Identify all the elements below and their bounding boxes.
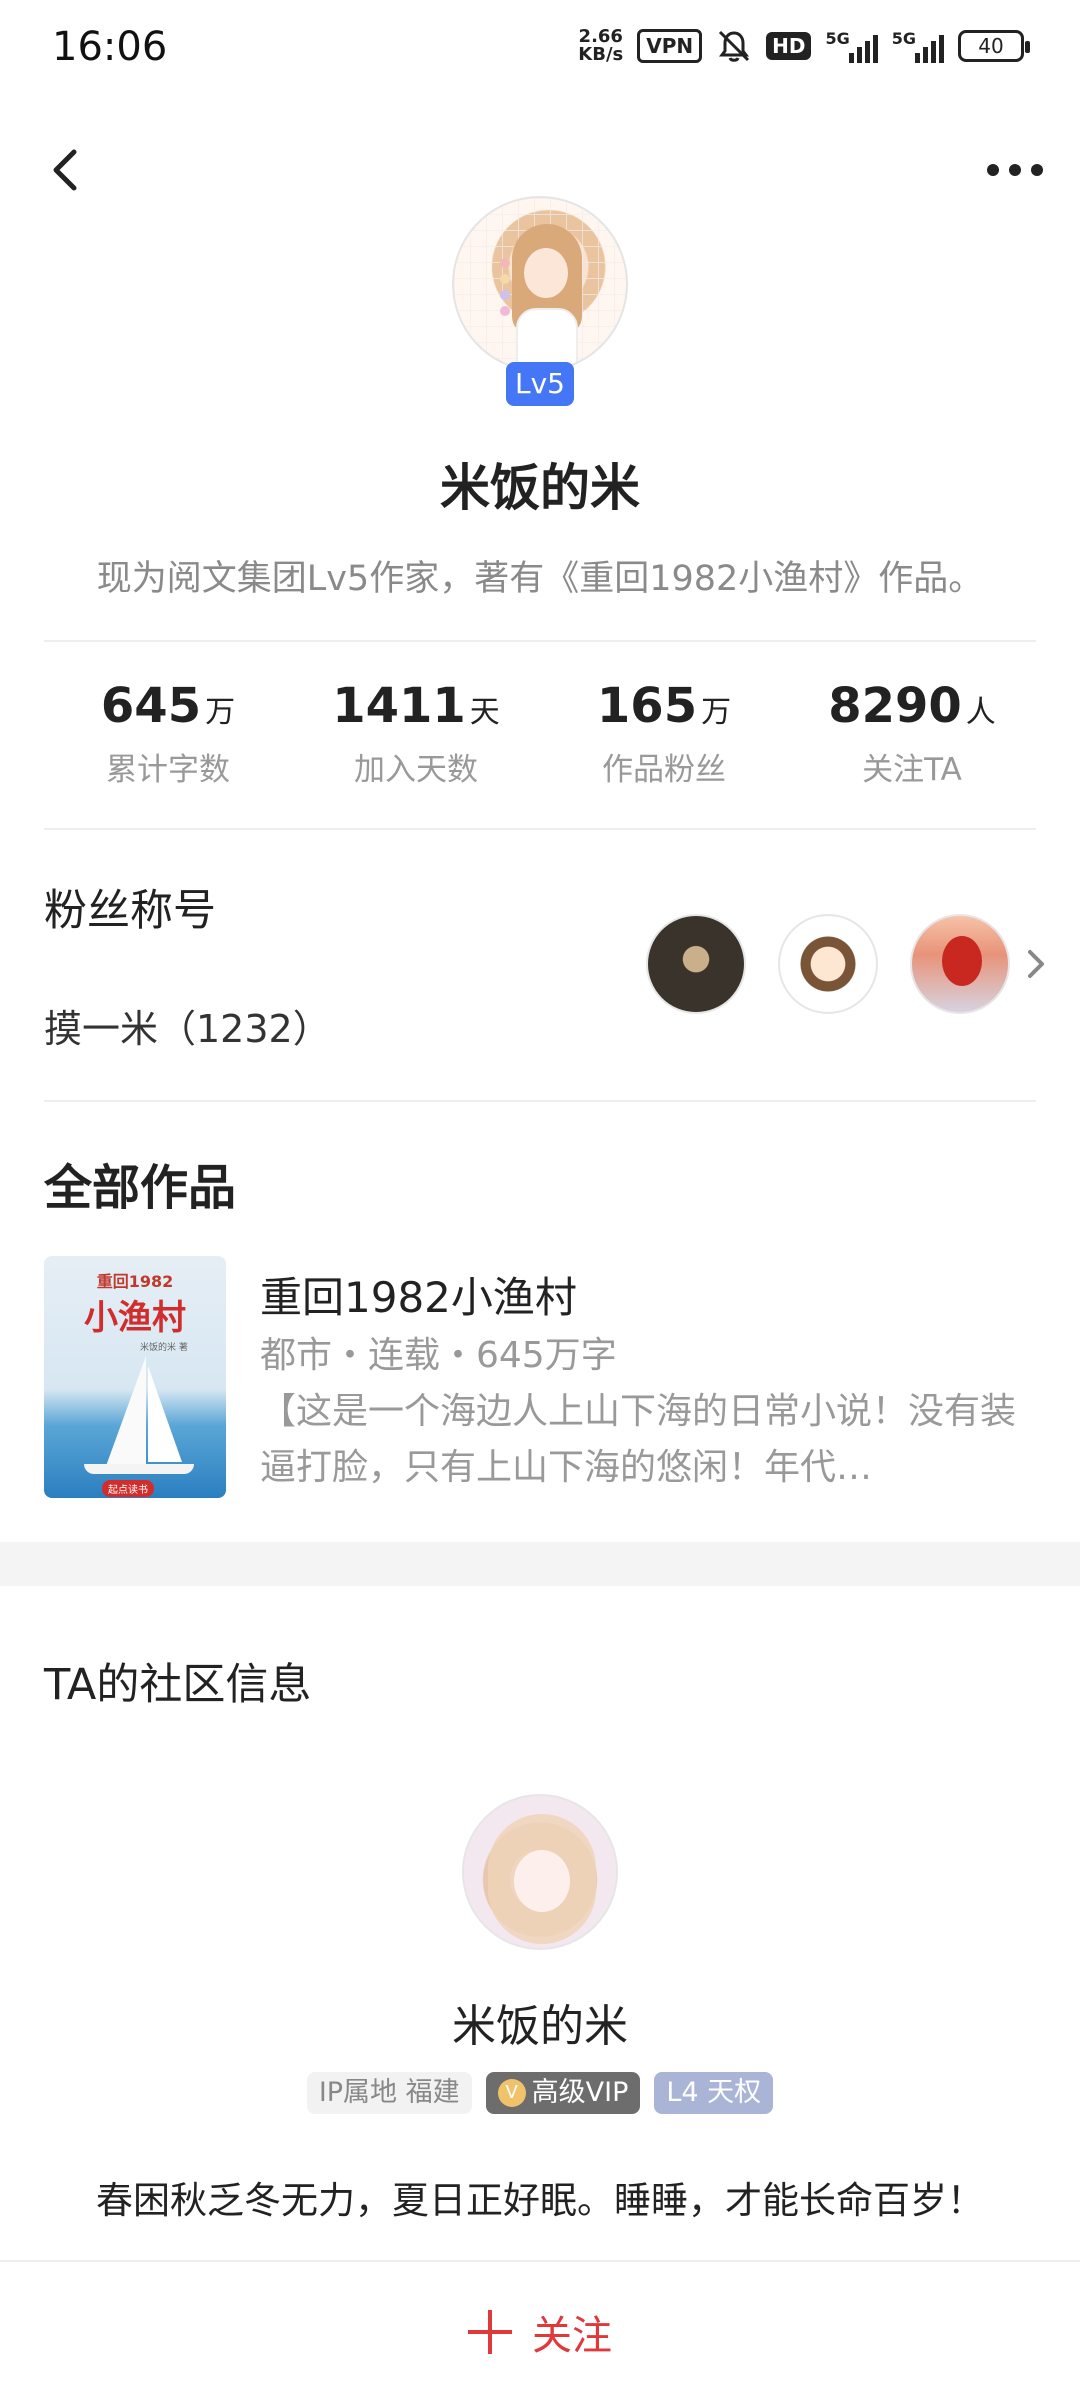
- book-title[interactable]: 重回1982小渔村: [260, 1264, 577, 1325]
- stat-total-words: 645 万 累计字数: [100, 678, 236, 788]
- net-speed: 2.66 KB/s: [578, 26, 624, 65]
- status-bar: 16:06 2.66 KB/s VPN HD 5G 5G 40: [0, 0, 1080, 100]
- more-dots-icon: [987, 164, 999, 176]
- vpn-icon: VPN: [637, 29, 703, 63]
- book-meta: 都市・连载・645万字: [260, 1335, 617, 1376]
- chevron-left-icon: [53, 149, 77, 191]
- plus-icon: [468, 2310, 512, 2354]
- bottom-bar: 关注: [0, 2260, 1080, 2400]
- fan-avatars[interactable]: [646, 914, 1050, 1014]
- divider: [44, 828, 1036, 830]
- divider: [44, 640, 1036, 642]
- fan-avatar[interactable]: [778, 914, 878, 1014]
- author-avatar[interactable]: [452, 196, 628, 372]
- vip-crown-icon: V: [497, 2079, 526, 2107]
- author-profile-page: 16:06 2.66 KB/s VPN HD 5G 5G 40 Lv5 米饭的米…: [0, 0, 1080, 2400]
- community-title: TA的社区信息: [44, 1660, 312, 1710]
- ip-location-tag: IP属地 福建: [306, 2072, 472, 2114]
- chevron-right-icon[interactable]: [1024, 944, 1050, 984]
- signal-icon: 5G: [825, 29, 878, 63]
- more-button[interactable]: [980, 150, 1050, 190]
- fans-title: 粉丝称号: [44, 886, 216, 936]
- stat-following[interactable]: 8290 人 关注TA: [788, 678, 1036, 789]
- section-separator: [0, 1542, 1080, 1586]
- book-cover[interactable]: 重回1982 小渔村 米饭的米 著 起点读书: [44, 1256, 226, 1498]
- qidian-logo: 起点读书: [102, 1480, 154, 1497]
- battery-icon: 40: [958, 30, 1030, 62]
- fan-avatar[interactable]: [646, 914, 746, 1014]
- level-tag: L4 天权: [654, 2072, 774, 2114]
- stat-days-joined: 1411 天 加入天数: [332, 678, 500, 788]
- stats-row: 645 万 累计字数 1411 天 加入天数 165 万 作品粉丝 8290 人 关注T…: [44, 678, 1036, 789]
- status-icons: 2.66 KB/s VPN HD 5G 5G 40: [578, 26, 1030, 65]
- status-time: 16:06: [52, 24, 168, 70]
- signal-icon-2: 5G: [892, 29, 944, 63]
- book-summary: 【这是一个海边人上山下海的日常小说！没有装逼打脸，只有上山下海的悠闲！年代…: [260, 1391, 1017, 1488]
- divider: [44, 1100, 1036, 1102]
- works-title: 全部作品: [44, 1160, 237, 1216]
- stat-work-fans: 165 万 作品粉丝: [596, 678, 732, 788]
- mute-bell-icon: [719, 30, 750, 62]
- fans-badge-name: 摸一米（1232）: [44, 1007, 331, 1051]
- hd-icon: HD: [766, 32, 812, 60]
- vip-tag: V 高级VIP: [485, 2072, 641, 2114]
- follow-button[interactable]: 关注: [0, 2262, 1080, 2400]
- user-signature: 春困秋乏冬无力，夏日正好眠。睡睡，才能长命百岁！: [96, 2179, 984, 2222]
- community-avatar[interactable]: [462, 1794, 618, 1950]
- fan-avatar[interactable]: [910, 914, 1010, 1014]
- level-badge: Lv5: [506, 362, 574, 406]
- author-description: 现为阅文集团Lv5作家，著有《重回1982小渔村》作品。: [96, 559, 984, 599]
- author-name: 米饭的米: [440, 459, 640, 517]
- community-tags: IP属地 福建 V 高级VIP L4 天权: [0, 2072, 1080, 2114]
- community-name: 米饭的米: [452, 2001, 628, 2052]
- back-button[interactable]: [40, 140, 100, 200]
